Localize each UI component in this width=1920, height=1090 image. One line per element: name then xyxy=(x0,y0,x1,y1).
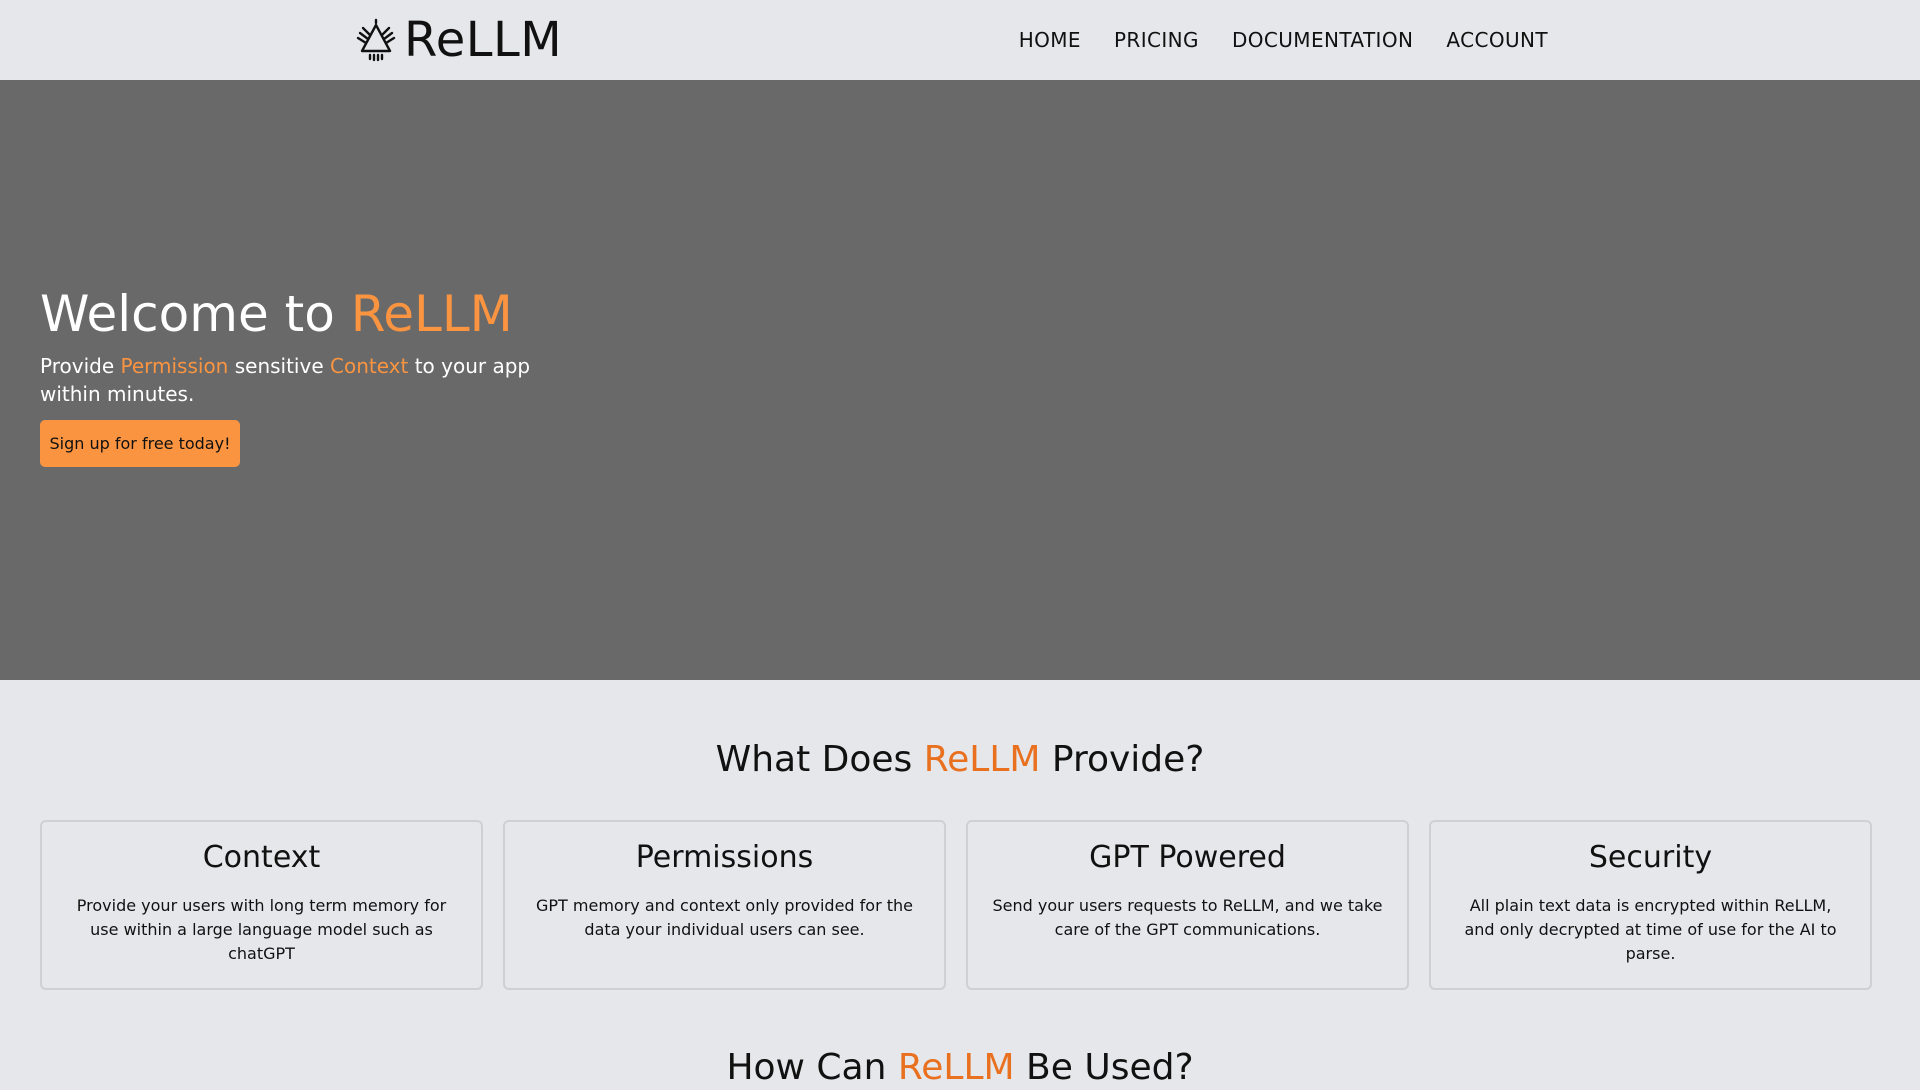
feature-card-description: Send your users requests to ReLLM, and w… xyxy=(992,896,1383,939)
feature-cards: Context Provide your users with long ter… xyxy=(40,820,1880,990)
hero-section: Welcome to ReLLM Provide Permission sens… xyxy=(0,80,1920,680)
site-header: ReLLM HOME PRICING DOCUMENTATION ACCOUNT xyxy=(0,0,1920,80)
feature-card-permissions: Permissions GPT memory and context only … xyxy=(503,820,946,990)
feature-card-gpt-powered: GPT Powered Send your users requests to … xyxy=(966,820,1409,990)
nav-pricing[interactable]: PRICING xyxy=(1114,28,1199,52)
main-nav: HOME PRICING DOCUMENTATION ACCOUNT xyxy=(1019,0,1548,80)
hero-subtitle-part-1: Provide xyxy=(40,354,121,378)
usage-title-prefix: How Can xyxy=(726,1047,898,1088)
features-title: What Does ReLLM Provide? xyxy=(0,738,1920,782)
usage-title-accent: ReLLM xyxy=(897,1047,1015,1088)
feature-card-title: Security xyxy=(1588,840,1713,875)
usage-title-suffix: Be Used? xyxy=(1014,1047,1194,1088)
logo-link[interactable]: ReLLM xyxy=(354,12,562,68)
feature-card-description: All plain text data is encrypted within … xyxy=(1464,896,1837,963)
hero-subtitle-part-2: sensitive xyxy=(228,354,330,378)
hero-title-prefix: Welcome to xyxy=(40,285,351,343)
usage-title: How Can ReLLM Be Used? xyxy=(0,1046,1920,1090)
hero-title-accent: ReLLM xyxy=(350,285,513,343)
features-title-prefix: What Does xyxy=(715,739,924,780)
hero-subtitle: Provide Permission sensitive Context to … xyxy=(40,352,560,408)
feature-card-description: GPT memory and context only provided for… xyxy=(535,896,914,939)
features-title-suffix: Provide? xyxy=(1040,739,1205,780)
signup-button[interactable]: Sign up for free today! xyxy=(40,420,240,467)
logo-text: ReLLM xyxy=(404,12,563,68)
hero-title: Welcome to ReLLM xyxy=(40,284,513,344)
hero-subtitle-permission: Permission xyxy=(120,354,229,378)
hero-subtitle-context: Context xyxy=(330,354,409,378)
nav-documentation[interactable]: DOCUMENTATION xyxy=(1232,28,1413,52)
feature-card-title: GPT Powered xyxy=(1089,840,1286,875)
feature-card-security: Security All plain text data is encrypte… xyxy=(1429,820,1872,990)
feature-card-description: Provide your users with long term memory… xyxy=(76,896,447,963)
feature-card-title: Permissions xyxy=(635,840,814,875)
nav-account[interactable]: ACCOUNT xyxy=(1446,28,1548,52)
nav-home[interactable]: HOME xyxy=(1019,28,1081,52)
rellm-logo-icon xyxy=(356,18,396,62)
features-title-accent: ReLLM xyxy=(923,739,1041,780)
feature-card-context: Context Provide your users with long ter… xyxy=(40,820,483,990)
feature-card-title: Context xyxy=(202,840,321,875)
